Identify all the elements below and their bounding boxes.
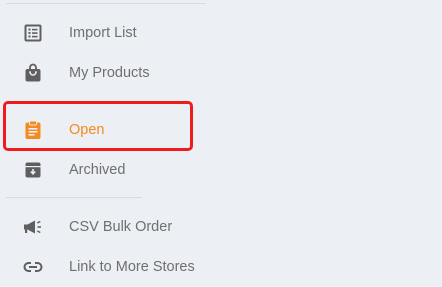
nav-item-label: My Products [69, 65, 150, 81]
list-icon [23, 23, 43, 43]
nav-item-link-more-stores[interactable]: Link to More Stores [0, 249, 200, 285]
nav-item-csv-bulk-order[interactable]: CSV Bulk Order [0, 209, 200, 245]
megaphone-icon [23, 217, 43, 237]
nav-item-label: Open [69, 122, 105, 138]
nav-item-import-list[interactable]: Import List [0, 15, 200, 51]
section-divider [6, 197, 142, 198]
nav-item-label: Link to More Stores [69, 259, 195, 275]
nav-item-open[interactable]: Open [0, 112, 200, 148]
nav-item-label: Import List [69, 25, 137, 41]
shopping-bag-icon [23, 63, 43, 83]
link-icon [23, 257, 43, 277]
clipboard-icon [23, 120, 43, 140]
nav-item-label: Archived [69, 162, 126, 178]
nav-item-label: CSV Bulk Order [69, 219, 173, 235]
top-divider [6, 3, 206, 4]
archive-box-icon [23, 160, 43, 180]
nav-item-archived[interactable]: Archived [0, 152, 200, 188]
nav-item-my-products[interactable]: My Products [0, 55, 200, 91]
